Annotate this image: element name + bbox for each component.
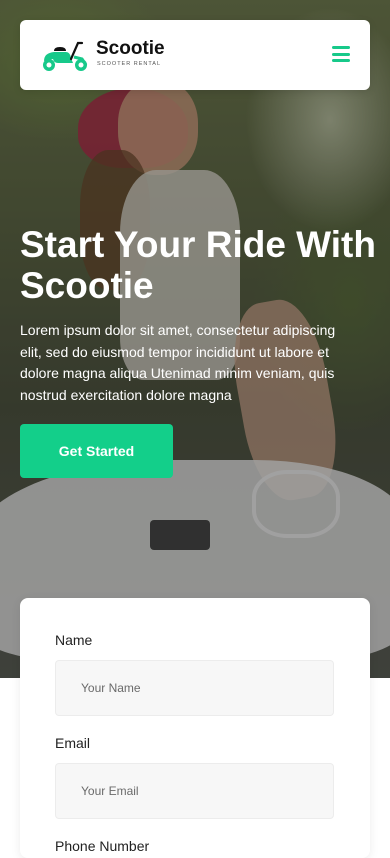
hamburger-menu-icon[interactable] [332,46,350,62]
scooter-icon [43,41,88,71]
name-field[interactable] [55,660,334,716]
booking-form: Name Email Phone Number [20,598,370,858]
brand-tagline: SCOOTER RENTAL [97,61,162,67]
menu-bar [332,46,350,49]
hero-description: Lorem ipsum dolor sit amet, consectetur … [20,322,336,403]
brand-name[interactable]: Scootie [96,38,165,60]
get-started-button[interactable]: Get Started [20,424,173,478]
email-field[interactable] [55,763,334,819]
hero-title: Start Your Ride With Scootie [20,224,376,306]
site-header: Scootie SCOOTER RENTAL [20,20,370,90]
name-label: Name [55,632,93,648]
email-label: Email [55,735,91,751]
menu-bar [332,59,350,62]
menu-bar [332,52,350,56]
phone-number-label: Phone Number [55,838,150,854]
